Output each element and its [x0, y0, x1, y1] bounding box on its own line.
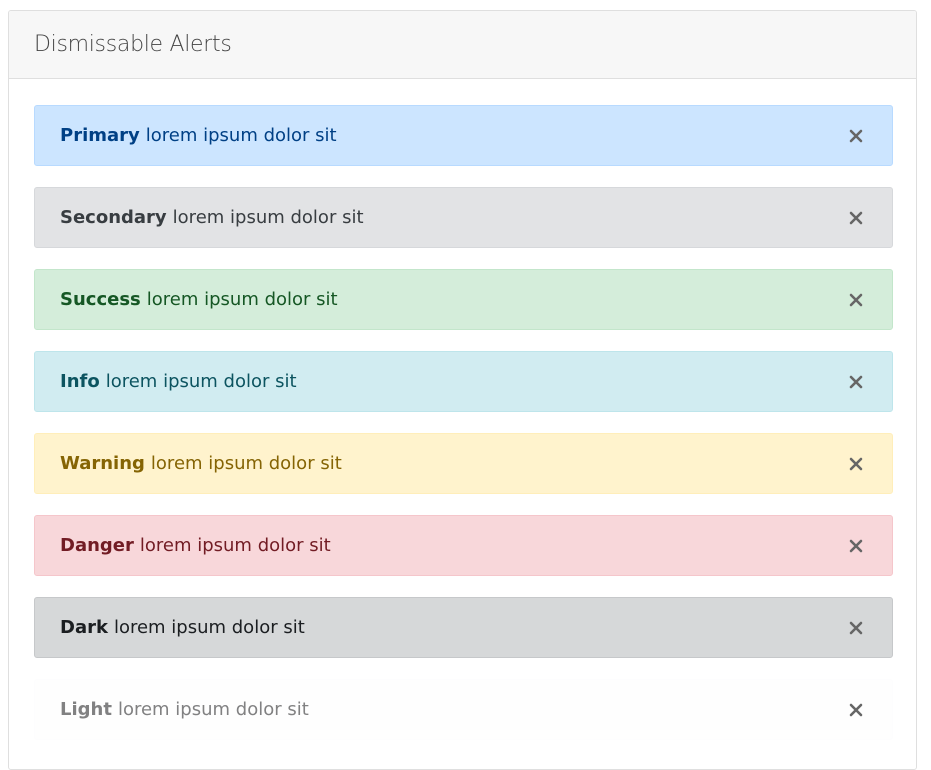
alert-label: Warning [60, 453, 145, 474]
alert-text: lorem ipsum dolor sit [139, 535, 331, 556]
alert-text: lorem ipsum dolor sit [150, 453, 342, 474]
alert-warning: Warning lorem ipsum dolor sit [34, 433, 893, 494]
alert-primary: Primary lorem ipsum dolor sit [34, 105, 893, 166]
close-icon[interactable] [846, 618, 866, 638]
alert-label: Danger [60, 535, 134, 556]
alert-text: lorem ipsum dolor sit [105, 371, 297, 392]
alert-label: Success [60, 289, 141, 310]
alert-light: Light lorem ipsum dolor sit [34, 679, 893, 740]
close-icon[interactable] [846, 126, 866, 146]
alert-danger: Danger lorem ipsum dolor sit [34, 515, 893, 576]
alert-text: lorem ipsum dolor sit [113, 617, 305, 638]
alert-secondary: Secondary lorem ipsum dolor sit [34, 187, 893, 248]
alert-label: Info [60, 371, 100, 392]
alert-dark: Dark lorem ipsum dolor sit [34, 597, 893, 658]
close-icon[interactable] [846, 208, 866, 228]
alert-label: Primary [60, 125, 140, 146]
alert-text: lorem ipsum dolor sit [117, 699, 309, 720]
close-icon[interactable] [846, 290, 866, 310]
alert-label: Light [60, 699, 112, 720]
alert-text: lorem ipsum dolor sit [172, 207, 364, 228]
card-body: Primary lorem ipsum dolor sit Secondary … [34, 105, 893, 761]
alert-success: Success lorem ipsum dolor sit [34, 269, 893, 330]
close-icon[interactable] [846, 536, 866, 556]
close-icon[interactable] [846, 700, 866, 720]
alert-text: lorem ipsum dolor sit [146, 289, 338, 310]
alert-info: Info lorem ipsum dolor sit [34, 351, 893, 412]
card-title: Dismissable Alerts [34, 32, 232, 57]
card-header: Dismissable Alerts [9, 11, 916, 79]
close-icon[interactable] [846, 372, 866, 392]
dismissable-alerts-card: Dismissable Alerts Primary lorem ipsum d… [8, 10, 917, 770]
close-icon[interactable] [846, 454, 866, 474]
alert-label: Dark [60, 617, 108, 638]
alert-label: Secondary [60, 207, 167, 228]
alert-text: lorem ipsum dolor sit [145, 125, 337, 146]
